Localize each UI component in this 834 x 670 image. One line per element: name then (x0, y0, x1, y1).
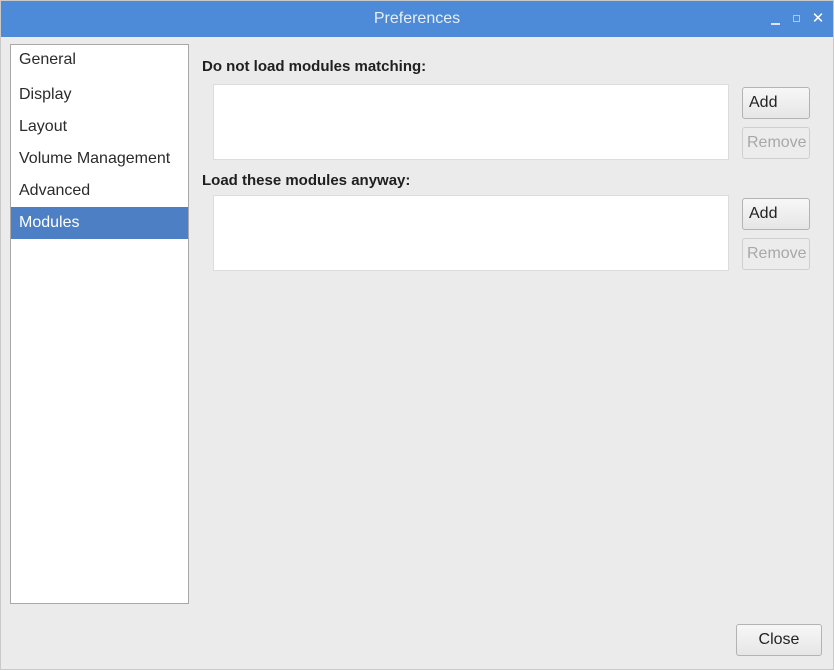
window-title: Preferences (373, 10, 461, 27)
sidebar-item-layout[interactable]: Layout (11, 111, 188, 143)
title-bar[interactable]: Preferences ✕ (1, 1, 833, 37)
sidebar-item-volume-management[interactable]: Volume Management (11, 143, 188, 175)
category-list: General Display Layout Volume Management… (10, 44, 189, 604)
remove-blocked-module-button[interactable]: Remove (742, 127, 810, 159)
add-blocked-module-button[interactable]: Add (742, 87, 810, 119)
preferences-window: Preferences ✕ General Display Layout Vol… (0, 0, 834, 670)
sidebar-item-general[interactable]: General (11, 45, 188, 79)
add-forced-module-button[interactable]: Add (742, 198, 810, 230)
remove-forced-module-button[interactable]: Remove (742, 238, 810, 270)
close-icon[interactable]: ✕ (809, 1, 827, 37)
sidebar-item-modules[interactable]: Modules (11, 207, 188, 239)
minimize-icon[interactable] (768, 1, 784, 37)
maximize-icon[interactable] (789, 1, 805, 37)
blocked-modules-label: Do not load modules matching: (202, 58, 427, 75)
blocked-modules-list[interactable] (213, 84, 729, 160)
forced-modules-list[interactable] (213, 195, 729, 271)
sidebar-item-advanced[interactable]: Advanced (11, 175, 188, 207)
forced-modules-label: Load these modules anyway: (202, 172, 411, 189)
close-button[interactable]: Close (736, 624, 822, 656)
sidebar-item-display[interactable]: Display (11, 79, 188, 111)
